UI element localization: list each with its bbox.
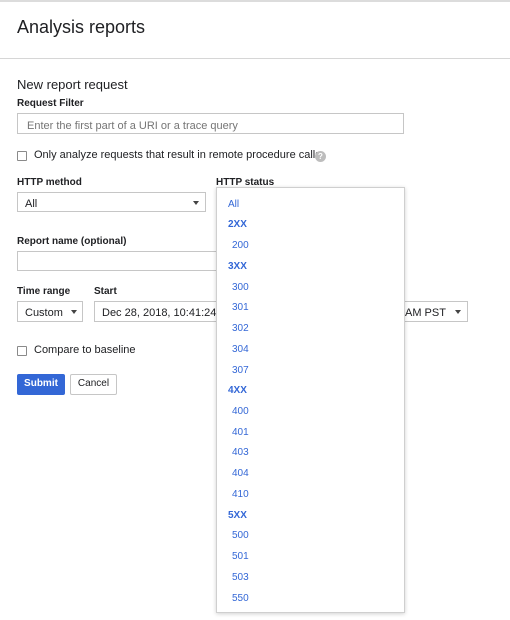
help-circle-icon[interactable]: ? <box>315 151 326 162</box>
baseline-checkbox[interactable] <box>17 346 27 356</box>
time-range-label: Time range <box>17 286 71 297</box>
start-label: Start <box>94 286 117 297</box>
report-name-label: Report name (optional) <box>17 236 127 247</box>
header-divider <box>0 58 510 59</box>
status-option-307[interactable]: 307 <box>232 365 249 376</box>
request-filter-input[interactable]: Enter the first part of a URI or a trace… <box>17 113 404 134</box>
status-group-5xx[interactable]: 5XX <box>228 510 247 521</box>
status-option-503[interactable]: 503 <box>232 572 249 583</box>
status-option-200[interactable]: 200 <box>232 240 249 251</box>
time-range-select[interactable]: Custom <box>17 301 83 322</box>
status-group-3xx[interactable]: 3XX <box>228 261 247 272</box>
top-border <box>0 0 510 2</box>
status-option-300[interactable]: 300 <box>232 282 249 293</box>
start-datetime-value: Dec 28, 2018, 10:41:24 A <box>102 307 227 319</box>
status-option-304[interactable]: 304 <box>232 344 249 355</box>
caret-down-icon <box>455 310 461 314</box>
status-group-2xx[interactable]: 2XX <box>228 219 247 230</box>
submit-button[interactable]: Submit <box>17 374 65 395</box>
report-name-input[interactable] <box>17 251 237 271</box>
cancel-button[interactable]: Cancel <box>70 374 117 395</box>
status-option-400[interactable]: 400 <box>232 406 249 417</box>
time-range-value: Custom <box>25 307 63 319</box>
http-status-dropdown[interactable]: All 2XX 200 3XX 300 301 302 304 307 4XX … <box>216 187 405 613</box>
http-method-label: HTTP method <box>17 177 82 188</box>
status-option-all[interactable]: All <box>228 199 239 210</box>
caret-down-icon <box>193 201 199 205</box>
request-filter-label: Request Filter <box>17 98 84 109</box>
status-group-4xx[interactable]: 4XX <box>228 385 247 396</box>
status-option-404[interactable]: 404 <box>232 468 249 479</box>
baseline-checkbox-label[interactable]: Compare to baseline <box>34 344 136 356</box>
http-method-select[interactable]: All <box>17 192 206 212</box>
rpc-checkbox[interactable] <box>17 151 27 161</box>
status-option-410[interactable]: 410 <box>232 489 249 500</box>
status-option-500[interactable]: 500 <box>232 530 249 541</box>
request-filter-placeholder: Enter the first part of a URI or a trace… <box>27 120 238 132</box>
status-option-301[interactable]: 301 <box>232 302 249 313</box>
status-option-501[interactable]: 501 <box>232 551 249 562</box>
status-option-403[interactable]: 403 <box>232 447 249 458</box>
section-title: New report request <box>17 77 128 92</box>
page-title: Analysis reports <box>17 17 146 37</box>
caret-down-icon <box>71 310 77 314</box>
status-option-550[interactable]: 550 <box>232 593 249 604</box>
http-method-value: All <box>25 198 38 210</box>
status-option-401[interactable]: 401 <box>232 427 249 438</box>
status-option-302[interactable]: 302 <box>232 323 249 334</box>
rpc-checkbox-label[interactable]: Only analyze requests that result in rem… <box>34 149 321 161</box>
start-timezone-value: AM PST <box>405 307 446 319</box>
